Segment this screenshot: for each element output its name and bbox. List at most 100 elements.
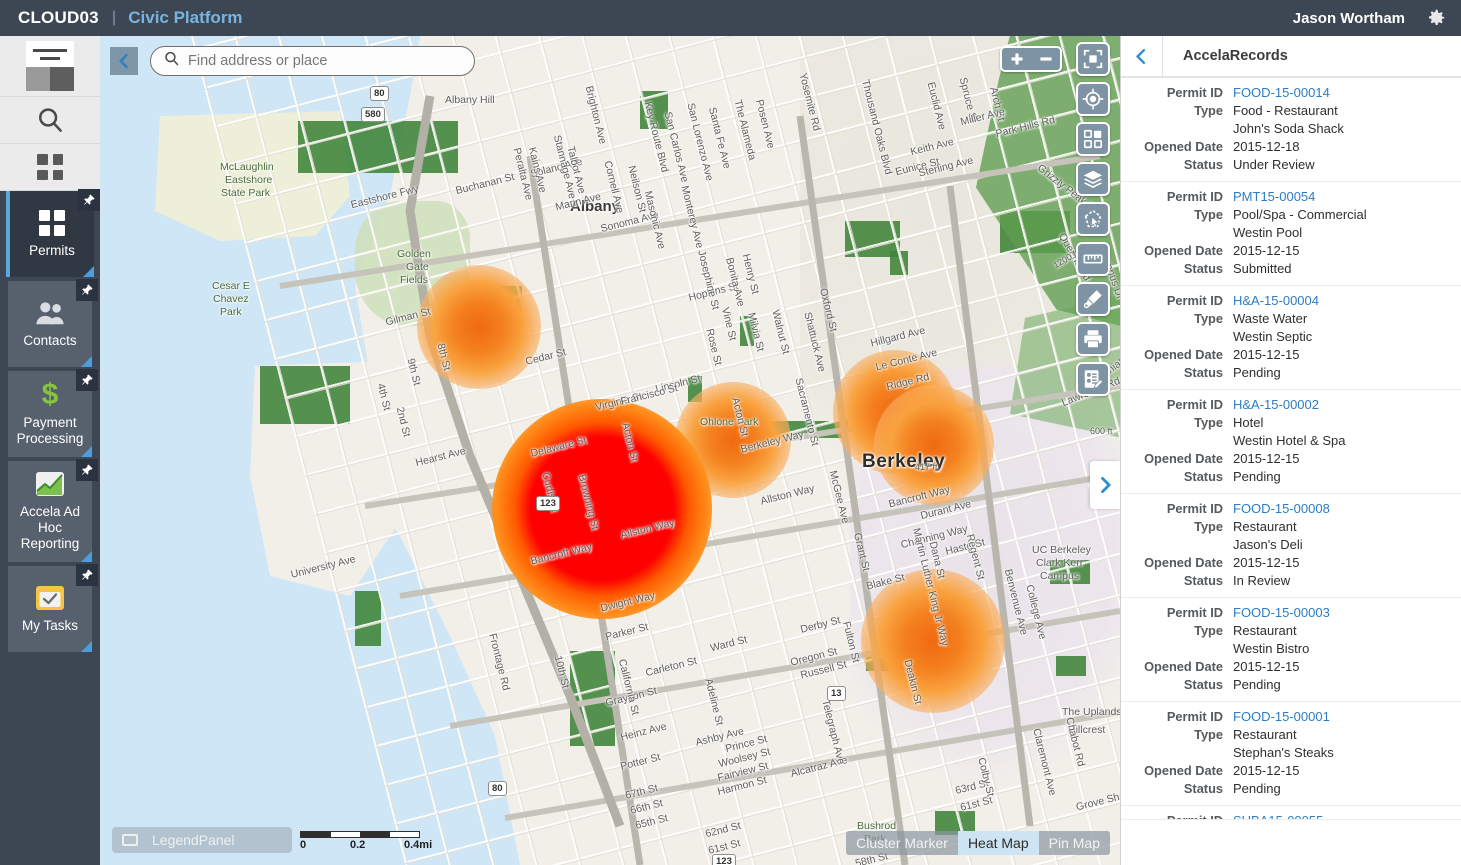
record-permit-id-link[interactable]: FOOD-15-00001 — [1233, 708, 1330, 726]
record-label-type: Type — [1194, 623, 1223, 638]
record-item-clipped[interactable]: Permit IDSUBA15-00055 — [1121, 806, 1461, 820]
layers-icon — [1083, 170, 1103, 188]
search-input[interactable] — [188, 53, 464, 69]
map-zoom-control[interactable] — [1000, 46, 1062, 72]
zoom-in-button[interactable] — [1002, 51, 1031, 67]
highway-shield: 580 — [361, 107, 385, 122]
sidebar-item-payment-processing[interactable]: $ Payment Processing — [8, 369, 98, 457]
record-label-status: Status — [1183, 157, 1223, 172]
record-type: Food - Restaurant — [1233, 103, 1338, 118]
sidebar-item-accela-ad-hoc-reporting[interactable]: Accela Ad Hoc Reporting — [8, 459, 98, 562]
record-label-opened-date: Opened Date — [1144, 243, 1223, 258]
records-panel-header: AccelaRecords — [1121, 35, 1461, 78]
record-type: Restaurant — [1233, 623, 1297, 638]
zoom-out-button[interactable] — [1031, 51, 1060, 67]
full-extent-button[interactable] — [1076, 42, 1110, 76]
tile-corner-marker — [83, 266, 94, 277]
sidebar-item-permits[interactable]: Permits — [6, 189, 100, 277]
report-button[interactable] — [1076, 362, 1110, 396]
dollar-icon: $ — [41, 377, 59, 411]
record-permit-id-link[interactable]: H&A-15-00004 — [1233, 292, 1319, 310]
brand-primary: CLOUD03 — [18, 8, 99, 27]
record-label-opened-date: Opened Date — [1144, 451, 1223, 466]
record-status: Submitted — [1233, 261, 1292, 276]
legend-panel-label: LegendPanel — [152, 832, 235, 848]
record-label-status: Status — [1183, 573, 1223, 588]
chevron-right-icon — [1101, 476, 1111, 494]
gear-icon[interactable] — [1425, 7, 1447, 29]
record-label-type: Type — [1194, 207, 1223, 222]
pin-icon[interactable] — [76, 564, 98, 586]
basemap-gallery-button[interactable] — [1076, 122, 1110, 156]
record-item[interactable]: Permit ID H&A-15-00004 Type Waste Water We… — [1121, 286, 1461, 390]
mode-cluster-marker[interactable]: Cluster Marker — [846, 831, 958, 855]
map-viewport[interactable]: Berkeley Albany McLaughlin Eastshore Sta… — [100, 36, 1120, 865]
record-item[interactable]: Permit ID FOOD-15-00001 Type Restaurant St… — [1121, 702, 1461, 806]
record-item[interactable]: Permit ID FOOD-15-00014 Type Food - Restau… — [1121, 78, 1461, 182]
record-permit-id-link[interactable]: FOOD-15-00003 — [1233, 604, 1330, 622]
measure-button[interactable] — [1076, 242, 1110, 276]
chart-trend-icon — [35, 469, 65, 499]
tile-corner-marker — [81, 641, 92, 652]
sidebar-item-label-my-tasks: My Tasks — [21, 617, 78, 633]
record-item[interactable]: Permit ID H&A-15-00002 Type Hotel Westin H… — [1121, 390, 1461, 494]
record-label-type: Type — [1194, 727, 1223, 742]
records-panel-toggle[interactable] — [1090, 461, 1120, 509]
tile-corner-marker — [81, 551, 92, 562]
records-list[interactable]: Permit ID FOOD-15-00014 Type Food - Restau… — [1121, 78, 1461, 865]
layers-button[interactable] — [1076, 162, 1110, 196]
sidebar-logo-button[interactable] — [0, 36, 100, 97]
tile-corner-marker — [81, 446, 92, 457]
record-label-permit-id: Permit ID — [1166, 397, 1223, 412]
record-label-opened-date: Opened Date — [1144, 139, 1223, 154]
user-name[interactable]: Jason Wortham — [1293, 10, 1405, 27]
map-mode-bar[interactable]: Cluster Marker Heat Map Pin Map — [846, 831, 1110, 855]
pin-icon[interactable] — [76, 369, 98, 391]
highway-shield: 80 — [370, 86, 389, 101]
markup-button[interactable] — [1076, 282, 1110, 316]
sidebar-item-contacts[interactable]: Contacts — [8, 279, 98, 367]
brand: CLOUD03 | Civic Platform — [0, 8, 243, 28]
pin-icon[interactable] — [78, 189, 100, 211]
record-permit-id-link[interactable]: SUBA15-00055 — [1233, 812, 1323, 819]
record-permit-id-link[interactable]: PMT15-00054 — [1233, 188, 1315, 206]
sidebar-apps-button[interactable] — [0, 144, 100, 191]
scale-tick-2: 0.4mi — [404, 839, 433, 851]
record-permit-id-link[interactable]: FOOD-15-00014 — [1233, 84, 1330, 102]
highway-shield: 123 — [712, 854, 736, 865]
record-item[interactable]: Permit ID FOOD-15-00008 Type Restaurant Ja… — [1121, 494, 1461, 598]
record-label-status: Status — [1183, 677, 1223, 692]
grid-apps-icon — [37, 154, 63, 180]
map-collapse-left-button[interactable] — [110, 47, 138, 75]
print-button[interactable] — [1076, 322, 1110, 356]
record-label-status: Status — [1183, 365, 1223, 380]
record-item[interactable]: Permit ID PMT15-00054 Type Pool/Spa - Comm… — [1121, 182, 1461, 286]
pin-icon[interactable] — [76, 279, 98, 301]
map-canvas[interactable]: Berkeley Albany McLaughlin Eastshore Sta… — [100, 36, 1120, 865]
legend-panel-button[interactable]: LegendPanel — [112, 827, 292, 853]
brand-separator: | — [111, 9, 117, 26]
select-shape-button[interactable] — [1076, 202, 1110, 236]
record-label-status: Status — [1183, 261, 1223, 276]
sidebar-search-button[interactable] — [0, 97, 100, 144]
sidebar-item-my-tasks[interactable]: My Tasks — [8, 564, 98, 652]
record-name: John's Soda Shack — [1233, 121, 1344, 136]
scale-track — [300, 831, 420, 838]
map-search-box[interactable] — [150, 46, 475, 76]
mode-heat-map[interactable]: Heat Map — [957, 831, 1039, 855]
scale-tick-1: 0.2 — [350, 839, 366, 851]
record-permit-id-link[interactable]: H&A-15-00002 — [1233, 396, 1319, 414]
grid-squares-icon — [37, 208, 67, 238]
checklist-icon — [35, 583, 65, 613]
records-panel-back-button[interactable] — [1121, 35, 1163, 77]
pin-icon[interactable] — [76, 459, 98, 481]
record-item[interactable]: Permit ID FOOD-15-00003 Type Restaurant We… — [1121, 598, 1461, 702]
record-type: Restaurant — [1233, 519, 1297, 534]
record-label-status: Status — [1183, 781, 1223, 796]
record-permit-id-link[interactable]: FOOD-15-00008 — [1233, 500, 1330, 518]
scale-tick-0: 0 — [300, 839, 307, 851]
locate-button[interactable] — [1076, 82, 1110, 116]
tile-corner-marker — [81, 356, 92, 367]
record-opened-date: 2015-12-15 — [1233, 659, 1300, 674]
mode-pin-map[interactable]: Pin Map — [1038, 831, 1110, 855]
